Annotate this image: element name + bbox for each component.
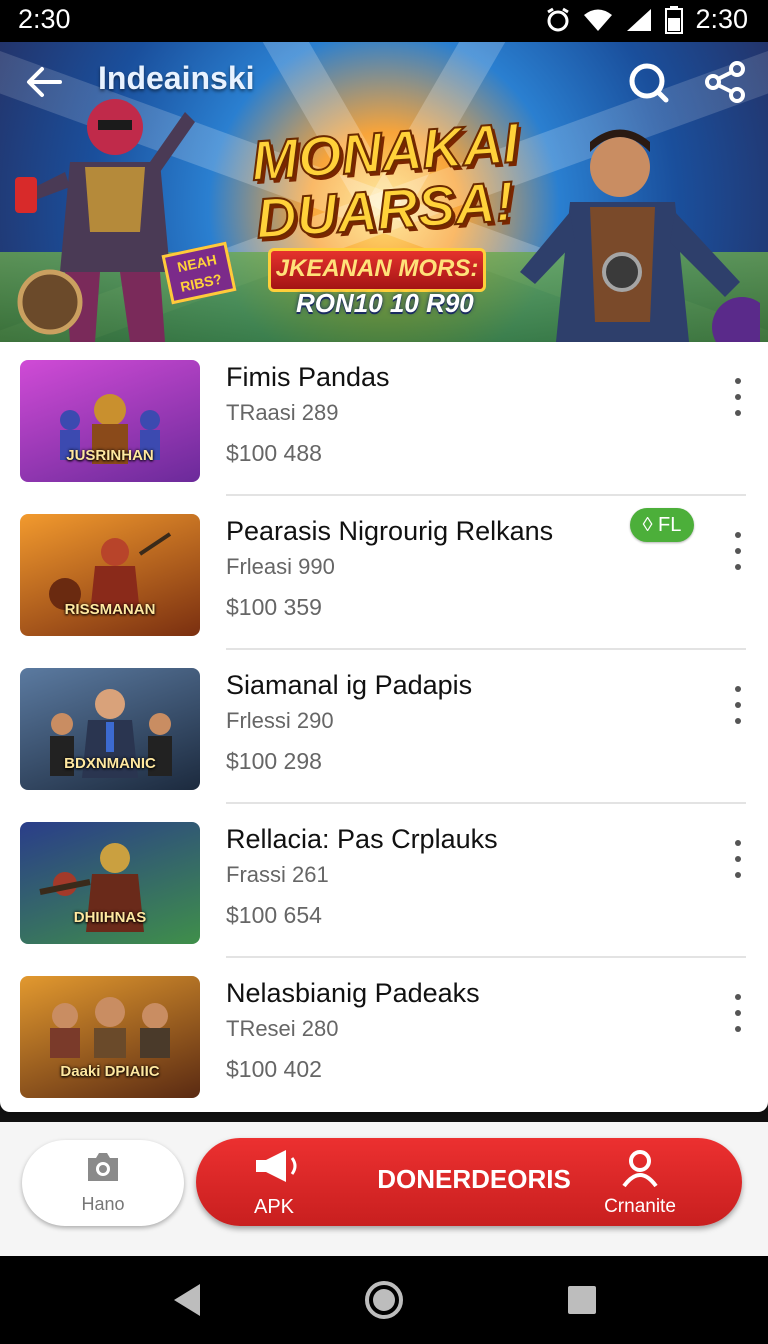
game-thumbnail: RISSMANAN	[20, 514, 200, 636]
system-nav-bar	[0, 1256, 768, 1344]
game-thumbnail: DHIIHNAS	[20, 822, 200, 944]
hero-character-left	[15, 99, 195, 342]
game-price: $100 298	[226, 748, 322, 774]
more-vert-icon	[735, 686, 741, 692]
game-price: $100 402	[226, 1056, 322, 1082]
list-item[interactable]: DHIIHNAS Rellacia: Pas Crplauks Frassi 2…	[0, 804, 768, 958]
game-price: $100 488	[226, 440, 322, 466]
more-vert-icon	[735, 532, 741, 538]
game-subtitle: TRaasi 289	[226, 400, 339, 425]
game-title: Rellacia: Pas Crplauks	[226, 824, 498, 854]
account-label: Crnanite	[604, 1196, 676, 1217]
more-options-button[interactable]	[728, 994, 748, 1044]
game-subtitle: TResei 280	[226, 1016, 339, 1041]
camera-icon	[88, 1153, 118, 1181]
badge-label: FL	[658, 514, 682, 536]
tag-badge: ◊ FL	[630, 508, 694, 542]
megaphone-icon	[256, 1150, 297, 1182]
share-button[interactable]	[704, 60, 748, 104]
list-item[interactable]: RISSMANAN Pearasis Nigrourig Relkans Frl…	[0, 496, 768, 650]
home-button[interactable]: Hano	[22, 1140, 184, 1226]
wifi-icon	[584, 9, 613, 31]
game-subtitle: Frlessi 290	[226, 708, 334, 733]
promo-ribbon: JKEANAN MORS:	[268, 248, 486, 292]
more-vert-icon	[735, 840, 741, 846]
status-bar: 2:30 2:30	[0, 0, 768, 42]
search-button[interactable]	[626, 60, 670, 104]
home-label: Hano	[81, 1194, 125, 1214]
promo-subtitle: RON10 10 R90	[296, 288, 474, 318]
game-title: Siamanal ig Padapis	[226, 670, 473, 700]
nav-home-icon[interactable]	[364, 1280, 404, 1320]
page-title: Indeainski	[98, 60, 255, 96]
share-icon	[705, 61, 745, 103]
arrow-left-icon	[27, 67, 62, 97]
back-button[interactable]	[24, 62, 64, 102]
game-thumbnail: Daaki DPIAIIC	[20, 976, 200, 1098]
alarm-icon	[547, 7, 570, 31]
more-vert-icon	[735, 378, 741, 384]
game-subtitle: Frassi 261	[226, 862, 329, 887]
nav-recent-icon[interactable]	[566, 1284, 598, 1316]
more-options-button[interactable]	[728, 532, 748, 582]
game-title: Fimis Pandas	[226, 362, 390, 392]
game-title: Nelasbianig Padeaks	[226, 978, 480, 1008]
signal-icon	[627, 8, 652, 31]
tag-icon: ◊	[642, 514, 653, 536]
status-time-right: 2:30	[695, 4, 748, 34]
game-thumbnail: JUSRINHAN	[20, 360, 200, 482]
more-options-button[interactable]	[728, 378, 748, 428]
game-thumbnail: BDXNMANIC	[20, 668, 200, 790]
apk-label: APK	[253, 1196, 295, 1218]
list-item[interactable]: Daaki DPIAIIC Nelasbianig Padeaks TResei…	[0, 958, 768, 1112]
more-options-button[interactable]	[728, 686, 748, 736]
game-subtitle: Frleasi 990	[226, 554, 335, 579]
promo-banner[interactable]: Indeainski NEAH RIBS? MONAKAI DUARSA! JK…	[0, 42, 768, 342]
thumbnail-label: JUSRINHAN	[66, 447, 154, 464]
list-item[interactable]: JUSRINHAN Fimis Pandas TRaasi 289 $100 4…	[0, 342, 768, 496]
more-options-button[interactable]	[728, 840, 748, 890]
hero-character-right	[520, 129, 760, 342]
user-icon	[622, 1150, 658, 1188]
game-title: Pearasis Nigrourig Relkans	[226, 516, 554, 546]
bottom-action-bar: Hano APK DONERDEORIS Crnanite	[0, 1122, 768, 1256]
thumbnail-label: BDXNMANIC	[64, 755, 156, 772]
battery-icon	[665, 5, 684, 34]
more-vert-icon	[735, 994, 741, 1000]
download-button[interactable]: APK DONERDEORIS Crnanite	[196, 1138, 742, 1226]
list-item[interactable]: BDXNMANIC Siamanal ig Padapis Frlessi 29…	[0, 650, 768, 804]
thumbnail-label: Daaki DPIAIIC	[60, 1063, 160, 1080]
status-time: 2:30	[18, 4, 71, 34]
thumbnail-label: DHIIHNAS	[73, 909, 147, 926]
download-label: DONERDEORIS	[377, 1164, 571, 1194]
thumbnail-label: RISSMANAN	[64, 601, 156, 618]
game-list: JUSRINHAN Fimis Pandas TRaasi 289 $100 4…	[0, 342, 768, 1112]
game-price: $100 359	[226, 594, 322, 620]
nav-back-icon[interactable]	[170, 1282, 204, 1318]
game-price: $100 654	[226, 902, 322, 928]
search-icon	[629, 63, 669, 103]
status-icons: 2:30	[545, 4, 748, 35]
